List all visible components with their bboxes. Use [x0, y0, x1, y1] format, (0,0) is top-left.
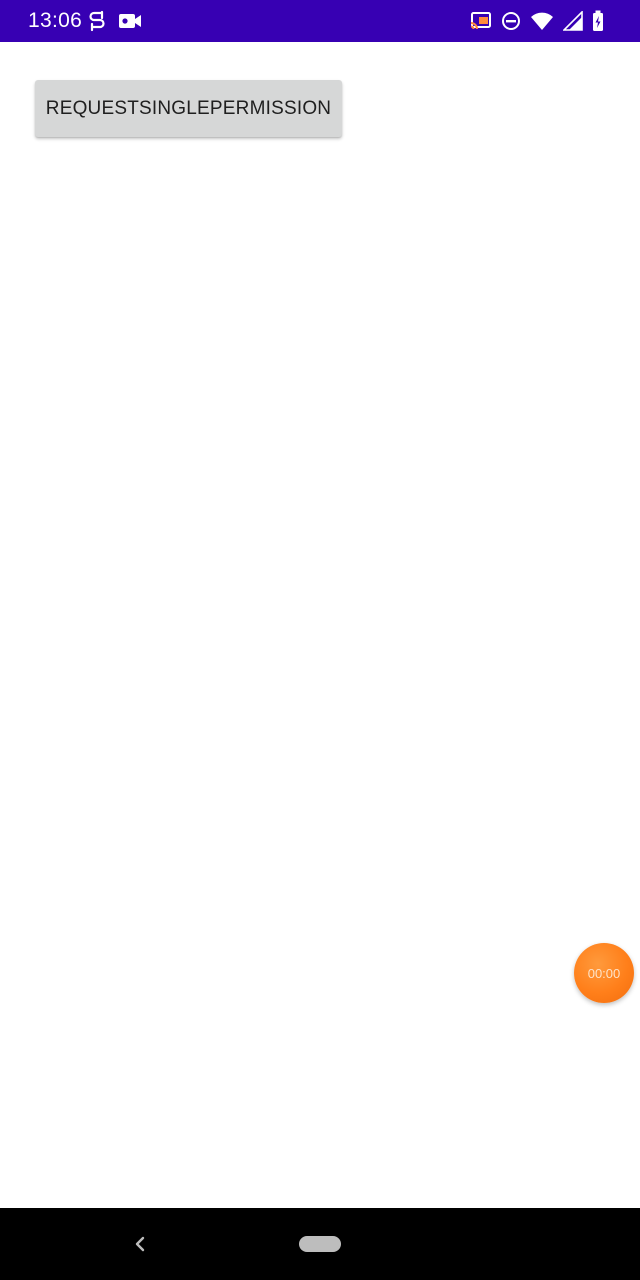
status-bar: 13:06: [0, 0, 640, 42]
sync-status-icon: [88, 10, 106, 32]
battery-icon: [592, 10, 604, 32]
cast-icon: [470, 11, 492, 31]
video-record-icon: [118, 12, 142, 30]
home-pill-icon[interactable]: [299, 1236, 341, 1252]
status-left-icons: [88, 9, 142, 33]
status-right-icons: [470, 9, 604, 33]
floating-timer-bubble[interactable]: 00:00: [574, 943, 634, 1003]
status-time: 13:06: [28, 9, 83, 32]
navigation-bar: [0, 1208, 640, 1280]
do-not-disturb-icon: [501, 11, 521, 31]
wifi-icon: [530, 11, 554, 31]
back-icon[interactable]: [128, 1232, 152, 1256]
timer-label: 00:00: [587, 965, 621, 981]
request-single-permission-button[interactable]: REQUESTSINGLEPERMISSION: [35, 80, 342, 137]
signal-icon: [563, 11, 583, 31]
